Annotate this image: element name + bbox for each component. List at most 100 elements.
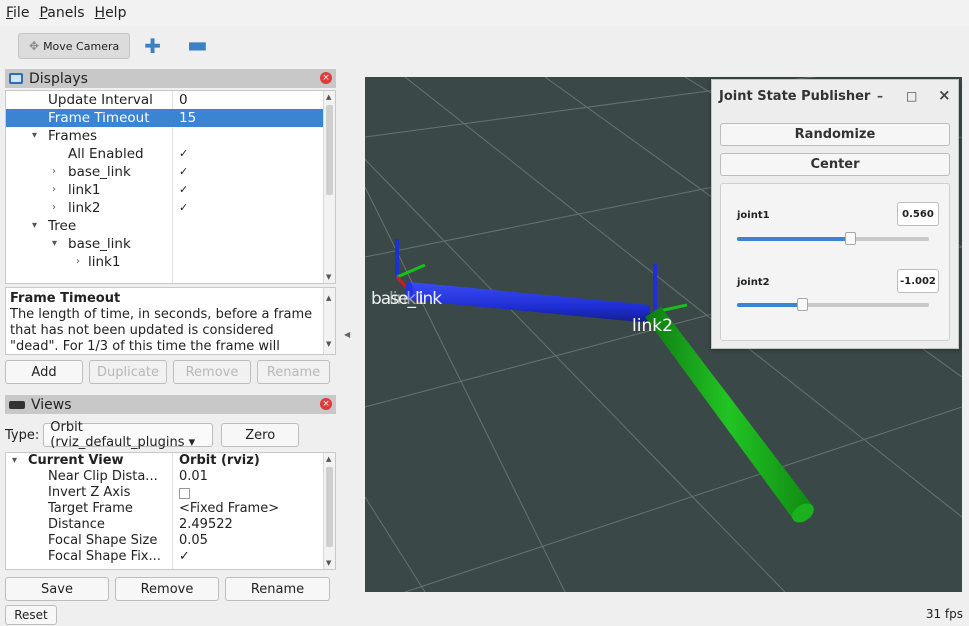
checkbox[interactable]: ✓ (179, 166, 191, 178)
joint-sliders-group: joint1 0.560 joint2 -1.002 (720, 183, 950, 341)
reset-button[interactable]: Reset (5, 605, 57, 625)
rename-display-button[interactable]: Rename (257, 360, 330, 384)
expanded-arrow-icon[interactable]: ▾ (52, 235, 57, 253)
menu-panels[interactable]: Panels (39, 5, 84, 21)
views-button-row: Save Remove Rename (5, 577, 336, 601)
tree-row-selected[interactable]: Frame Timeout 15 (6, 109, 335, 127)
joint2-slider[interactable] (737, 298, 929, 311)
plus-icon[interactable]: ✚ (144, 34, 161, 58)
views-scrollbar[interactable]: ▲ ▼ (323, 453, 335, 569)
collapse-panel-icon[interactable]: ◀ (344, 330, 350, 339)
center-button[interactable]: Center (720, 153, 950, 176)
expanded-arrow-icon[interactable]: ▾ (32, 217, 37, 235)
collapsed-arrow-icon[interactable]: › (76, 253, 80, 271)
description-title: Frame Timeout (10, 291, 121, 306)
tree-row[interactable]: Focal Shape Fix... ✓ (6, 549, 335, 565)
description-scrollbar[interactable]: ▲ ▼ (323, 288, 335, 354)
joint1-label: joint1 (737, 210, 770, 221)
row-name: link1 (68, 182, 101, 198)
displays-scrollbar[interactable]: ▲ ▼ (323, 91, 335, 283)
menu-help[interactable]: Help (95, 5, 127, 21)
tree-row[interactable]: ▾ Tree (6, 217, 335, 235)
tree-row[interactable]: Invert Z Axis (6, 485, 335, 501)
expanded-arrow-icon[interactable]: ▾ (32, 127, 37, 145)
description-text: The length of time, in seconds, before a… (10, 307, 313, 354)
link2-label: link2 (632, 316, 673, 336)
scroll-down-icon[interactable]: ▼ (326, 559, 331, 567)
scroll-up-icon[interactable]: ▲ (326, 93, 331, 101)
close-icon[interactable]: × (938, 86, 951, 104)
checkbox[interactable]: ✓ (179, 202, 191, 214)
scroll-thumb[interactable] (326, 105, 333, 195)
tree-row[interactable]: All Enabled ✓ (6, 145, 335, 163)
row-value[interactable]: 0.01 (179, 469, 208, 485)
checkbox[interactable]: ✓ (179, 184, 191, 196)
tree-row[interactable]: › link1 (6, 253, 335, 271)
checkbox[interactable]: ✓ (179, 148, 191, 160)
close-icon[interactable]: × (320, 398, 332, 410)
joint2-value-field[interactable]: -1.002 (897, 269, 939, 293)
tree-row[interactable]: ▾ Current View Orbit (rviz) (6, 453, 335, 469)
minus-icon[interactable]: ▬ (187, 35, 208, 57)
tree-row[interactable]: ▾ base_link (6, 235, 335, 253)
tree-row[interactable]: Distance 2.49522 (6, 517, 335, 533)
joint1-value-field[interactable]: 0.560 (897, 202, 939, 226)
move-camera-label: Move Camera (43, 39, 120, 53)
views-tree: ▾ Current View Orbit (rviz) Near Clip Di… (5, 452, 336, 570)
checkbox[interactable] (179, 488, 190, 499)
zero-button[interactable]: Zero (221, 423, 300, 447)
tool-bar: ✥ Move Camera ✚ ▬ (0, 28, 969, 64)
add-display-button[interactable]: Add (5, 360, 83, 384)
scroll-up-icon[interactable]: ▲ (326, 455, 331, 463)
menu-file[interactable]: File (6, 5, 29, 21)
row-name: Tree (48, 218, 77, 234)
tree-row[interactable]: Near Clip Dista... 0.01 (6, 469, 335, 485)
link2-frame-label: link2 (632, 316, 673, 336)
collapsed-arrow-icon[interactable]: › (52, 163, 56, 181)
view-type-row: Type: Orbit (rviz_default_plugins ▾ Zero (5, 420, 336, 450)
tree-row[interactable]: ▾ Frames (6, 127, 335, 145)
row-value[interactable]: 2.49522 (179, 517, 233, 533)
row-name: base_link (68, 164, 131, 180)
displays-button-row: Add Duplicate Remove Rename (5, 360, 336, 384)
scroll-down-icon[interactable]: ▼ (326, 336, 331, 352)
joint2-slider-fill (737, 303, 803, 307)
move-camera-button[interactable]: ✥ Move Camera (18, 33, 131, 59)
scroll-down-icon[interactable]: ▼ (326, 273, 331, 281)
minimize-icon[interactable]: – (877, 89, 883, 103)
collapsed-arrow-icon[interactable]: › (52, 199, 56, 217)
remove-display-button[interactable]: Remove (173, 360, 251, 384)
row-value[interactable]: <Fixed Frame> (179, 501, 279, 517)
joint1-slider-handle[interactable] (845, 232, 857, 245)
tree-row[interactable]: › base_link ✓ (6, 163, 335, 181)
joint2-slider-handle[interactable] (797, 298, 809, 311)
joint1-slider[interactable] (737, 232, 929, 245)
jsp-title-bar[interactable]: Joint State Publisher – □ × (712, 80, 958, 112)
tree-row[interactable]: Update Interval 0 (6, 91, 335, 109)
remove-view-button[interactable]: Remove (115, 577, 219, 601)
duplicate-display-button[interactable]: Duplicate (89, 360, 167, 384)
row-value[interactable]: 0 (179, 91, 188, 109)
status-bar: Reset 31 fps (0, 604, 969, 626)
randomize-button[interactable]: Randomize (720, 123, 950, 146)
close-icon[interactable]: × (320, 72, 332, 84)
tree-row[interactable]: Focal Shape Size 0.05 (6, 533, 335, 549)
tree-row[interactable]: › link1 ✓ (6, 181, 335, 199)
row-name: Frames (48, 128, 98, 144)
row-value: Orbit (rviz) (179, 453, 260, 468)
row-value[interactable]: 0.05 (179, 533, 208, 549)
scroll-thumb[interactable] (326, 467, 333, 547)
menu-bar: File Panels Help (0, 0, 969, 26)
view-type-select[interactable]: Orbit (rviz_default_plugins ▾ (43, 420, 214, 450)
tree-row[interactable]: › link2 ✓ (6, 199, 335, 217)
row-name: Target Frame (48, 501, 133, 516)
tree-row[interactable]: Target Frame <Fixed Frame> (6, 501, 335, 517)
collapsed-arrow-icon[interactable]: › (52, 181, 56, 199)
maximize-icon[interactable]: □ (906, 89, 917, 103)
save-view-button[interactable]: Save (5, 577, 109, 601)
rename-view-button[interactable]: Rename (225, 577, 330, 601)
checkbox[interactable]: ✓ (179, 549, 190, 565)
scroll-up-icon[interactable]: ▲ (326, 290, 331, 306)
row-value[interactable]: 15 (179, 109, 196, 127)
expanded-arrow-icon[interactable]: ▾ (12, 453, 17, 469)
